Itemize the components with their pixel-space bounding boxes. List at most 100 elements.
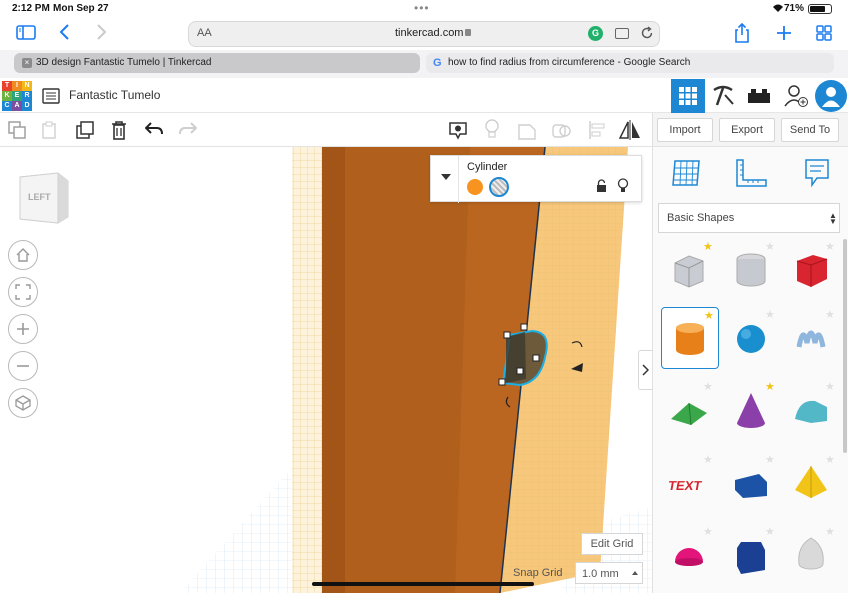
tab-overview-icon[interactable] [816, 25, 832, 46]
favorite-star-icon[interactable]: ★ [703, 527, 713, 538]
favorite-star-icon[interactable]: ★ [703, 382, 713, 393]
duplicate-icon[interactable] [76, 121, 94, 144]
tab-google-search[interactable]: G how to find radius from circumference … [426, 53, 834, 73]
tab-label: how to find radius from circumference - … [448, 57, 691, 68]
favorite-star-icon[interactable]: ★ [703, 455, 713, 466]
close-tab-icon[interactable]: × [22, 58, 32, 68]
favorite-star-icon[interactable]: ★ [765, 310, 775, 321]
notes-comment-icon[interactable] [804, 158, 830, 193]
avatar[interactable] [815, 80, 847, 112]
shape-icon [737, 542, 765, 574]
pickaxe-icon[interactable] [711, 85, 735, 112]
shape-tile-sphere[interactable]: ★ [723, 307, 781, 369]
favorite-star-icon[interactable]: ★ [704, 311, 714, 322]
ungroup-icon[interactable] [552, 120, 572, 145]
shape-icon [795, 400, 827, 423]
design-list-icon[interactable] [42, 88, 60, 109]
import-button[interactable]: Import [657, 118, 713, 142]
visibility-bulb-icon[interactable] [617, 178, 629, 198]
shape-tile-round-roof[interactable]: ★ [783, 379, 841, 441]
shape-icon [796, 330, 826, 348]
favorite-star-icon[interactable]: ★ [765, 455, 775, 466]
shape-icon: TEXT [667, 478, 703, 493]
shape-tile-box-grid[interactable]: ★ [661, 239, 719, 301]
shape-tile-box[interactable]: ★ [783, 239, 841, 301]
shape-tile-cylinder-grid[interactable]: ★ [723, 239, 781, 301]
mirror-icon[interactable] [618, 119, 641, 146]
shape-tile-polygon[interactable]: ★ [723, 524, 781, 586]
zoom-out-button[interactable] [8, 351, 38, 381]
share-icon[interactable] [734, 22, 750, 48]
grammarly-icon[interactable]: G [588, 26, 603, 41]
workplane-viewport[interactable]: LEFT Cylinder Edit Grid Snap Grid 1.0 mm [0, 147, 652, 593]
favorite-star-icon[interactable]: ★ [765, 527, 775, 538]
perspective-button[interactable] [8, 388, 38, 418]
address-bar[interactable]: AA tinkercad.com G [188, 21, 660, 47]
fit-view-button[interactable] [8, 277, 38, 307]
delete-icon[interactable] [111, 120, 127, 145]
url-text[interactable]: tinkercad.com [395, 27, 463, 39]
shape-icon [796, 255, 828, 287]
undo-icon[interactable] [144, 122, 163, 141]
text-size-button[interactable]: AA [197, 27, 212, 39]
tinkercad-logo[interactable]: T I N K E R C A D [2, 81, 32, 111]
solid-color-swatch[interactable] [467, 179, 483, 195]
shape-tile-roof[interactable]: ★ [661, 379, 719, 441]
panel-scrollbar[interactable] [843, 239, 847, 453]
tab-tinkercad[interactable]: × 3D design Fantastic Tumelo | Tinkercad [14, 53, 420, 73]
paste-icon[interactable] [41, 121, 59, 144]
shape-tile-pyramid[interactable]: ★ [783, 452, 841, 514]
favorite-star-icon[interactable]: ★ [825, 310, 835, 321]
favorite-star-icon[interactable]: ★ [765, 242, 775, 253]
3d-view-button[interactable] [671, 79, 705, 113]
workplane-icon[interactable] [671, 159, 701, 192]
shape-tile-paraboloid[interactable]: ★ [783, 524, 841, 586]
redo-icon[interactable] [179, 122, 198, 141]
copy-icon[interactable] [8, 121, 26, 144]
align-icon[interactable] [588, 120, 606, 145]
notes-icon[interactable] [448, 120, 468, 145]
new-tab-icon[interactable] [776, 25, 792, 46]
shape-tile-cylinder[interactable]: ★ [661, 307, 719, 369]
group-icon[interactable] [518, 120, 538, 145]
view-cube[interactable]: LEFT [14, 167, 74, 227]
back-icon[interactable] [58, 23, 70, 46]
send-to-button[interactable]: Send To [781, 118, 839, 142]
favorite-star-icon[interactable]: ★ [825, 382, 835, 393]
multitask-dots-icon[interactable]: ••• [414, 1, 430, 15]
reload-icon[interactable] [640, 26, 654, 45]
shape-tile-scribble[interactable]: ★ [783, 307, 841, 369]
svg-text:TEXT: TEXT [667, 478, 703, 493]
favorite-star-icon[interactable]: ★ [765, 382, 775, 393]
edit-grid-button[interactable]: Edit Grid [581, 533, 643, 555]
hole-swatch[interactable] [489, 177, 509, 197]
bricks-icon[interactable] [748, 89, 770, 108]
shape-tile-wedge[interactable]: ★ [723, 452, 781, 514]
zoom-in-button[interactable] [8, 314, 38, 344]
collapse-panel-button[interactable] [638, 350, 652, 390]
shape-category-select[interactable]: Basic Shapes ▲ ▼ [658, 203, 840, 233]
shape-icon [795, 466, 827, 498]
shape-tile-text[interactable]: TEXT ★ [661, 452, 719, 514]
forward-icon[interactable] [96, 23, 108, 46]
favorite-star-icon[interactable]: ★ [703, 242, 713, 253]
ruler-icon[interactable] [735, 159, 767, 192]
extension-icon[interactable] [615, 28, 629, 39]
status-date: Mon Sep 27 [53, 3, 109, 14]
home-view-button[interactable] [8, 240, 38, 270]
add-user-icon[interactable] [784, 84, 808, 113]
sidebar-toggle-icon[interactable] [16, 25, 36, 45]
favorite-star-icon[interactable]: ★ [825, 242, 835, 253]
lock-icon[interactable] [596, 179, 607, 197]
shape-tile-half-sphere[interactable]: ★ [661, 524, 719, 586]
shape-icon [737, 393, 765, 428]
snap-grid-select[interactable]: 1.0 mm [575, 562, 643, 584]
shape-tile-cone[interactable]: ★ [723, 379, 781, 441]
design-title[interactable]: Fantastic Tumelo [69, 88, 160, 102]
export-button[interactable]: Export [719, 118, 775, 142]
favorite-star-icon[interactable]: ★ [825, 527, 835, 538]
lightbulb-icon[interactable] [484, 119, 500, 144]
favorite-star-icon[interactable]: ★ [825, 455, 835, 466]
collapse-icon[interactable] [440, 168, 452, 186]
3d-scene[interactable] [0, 147, 652, 593]
